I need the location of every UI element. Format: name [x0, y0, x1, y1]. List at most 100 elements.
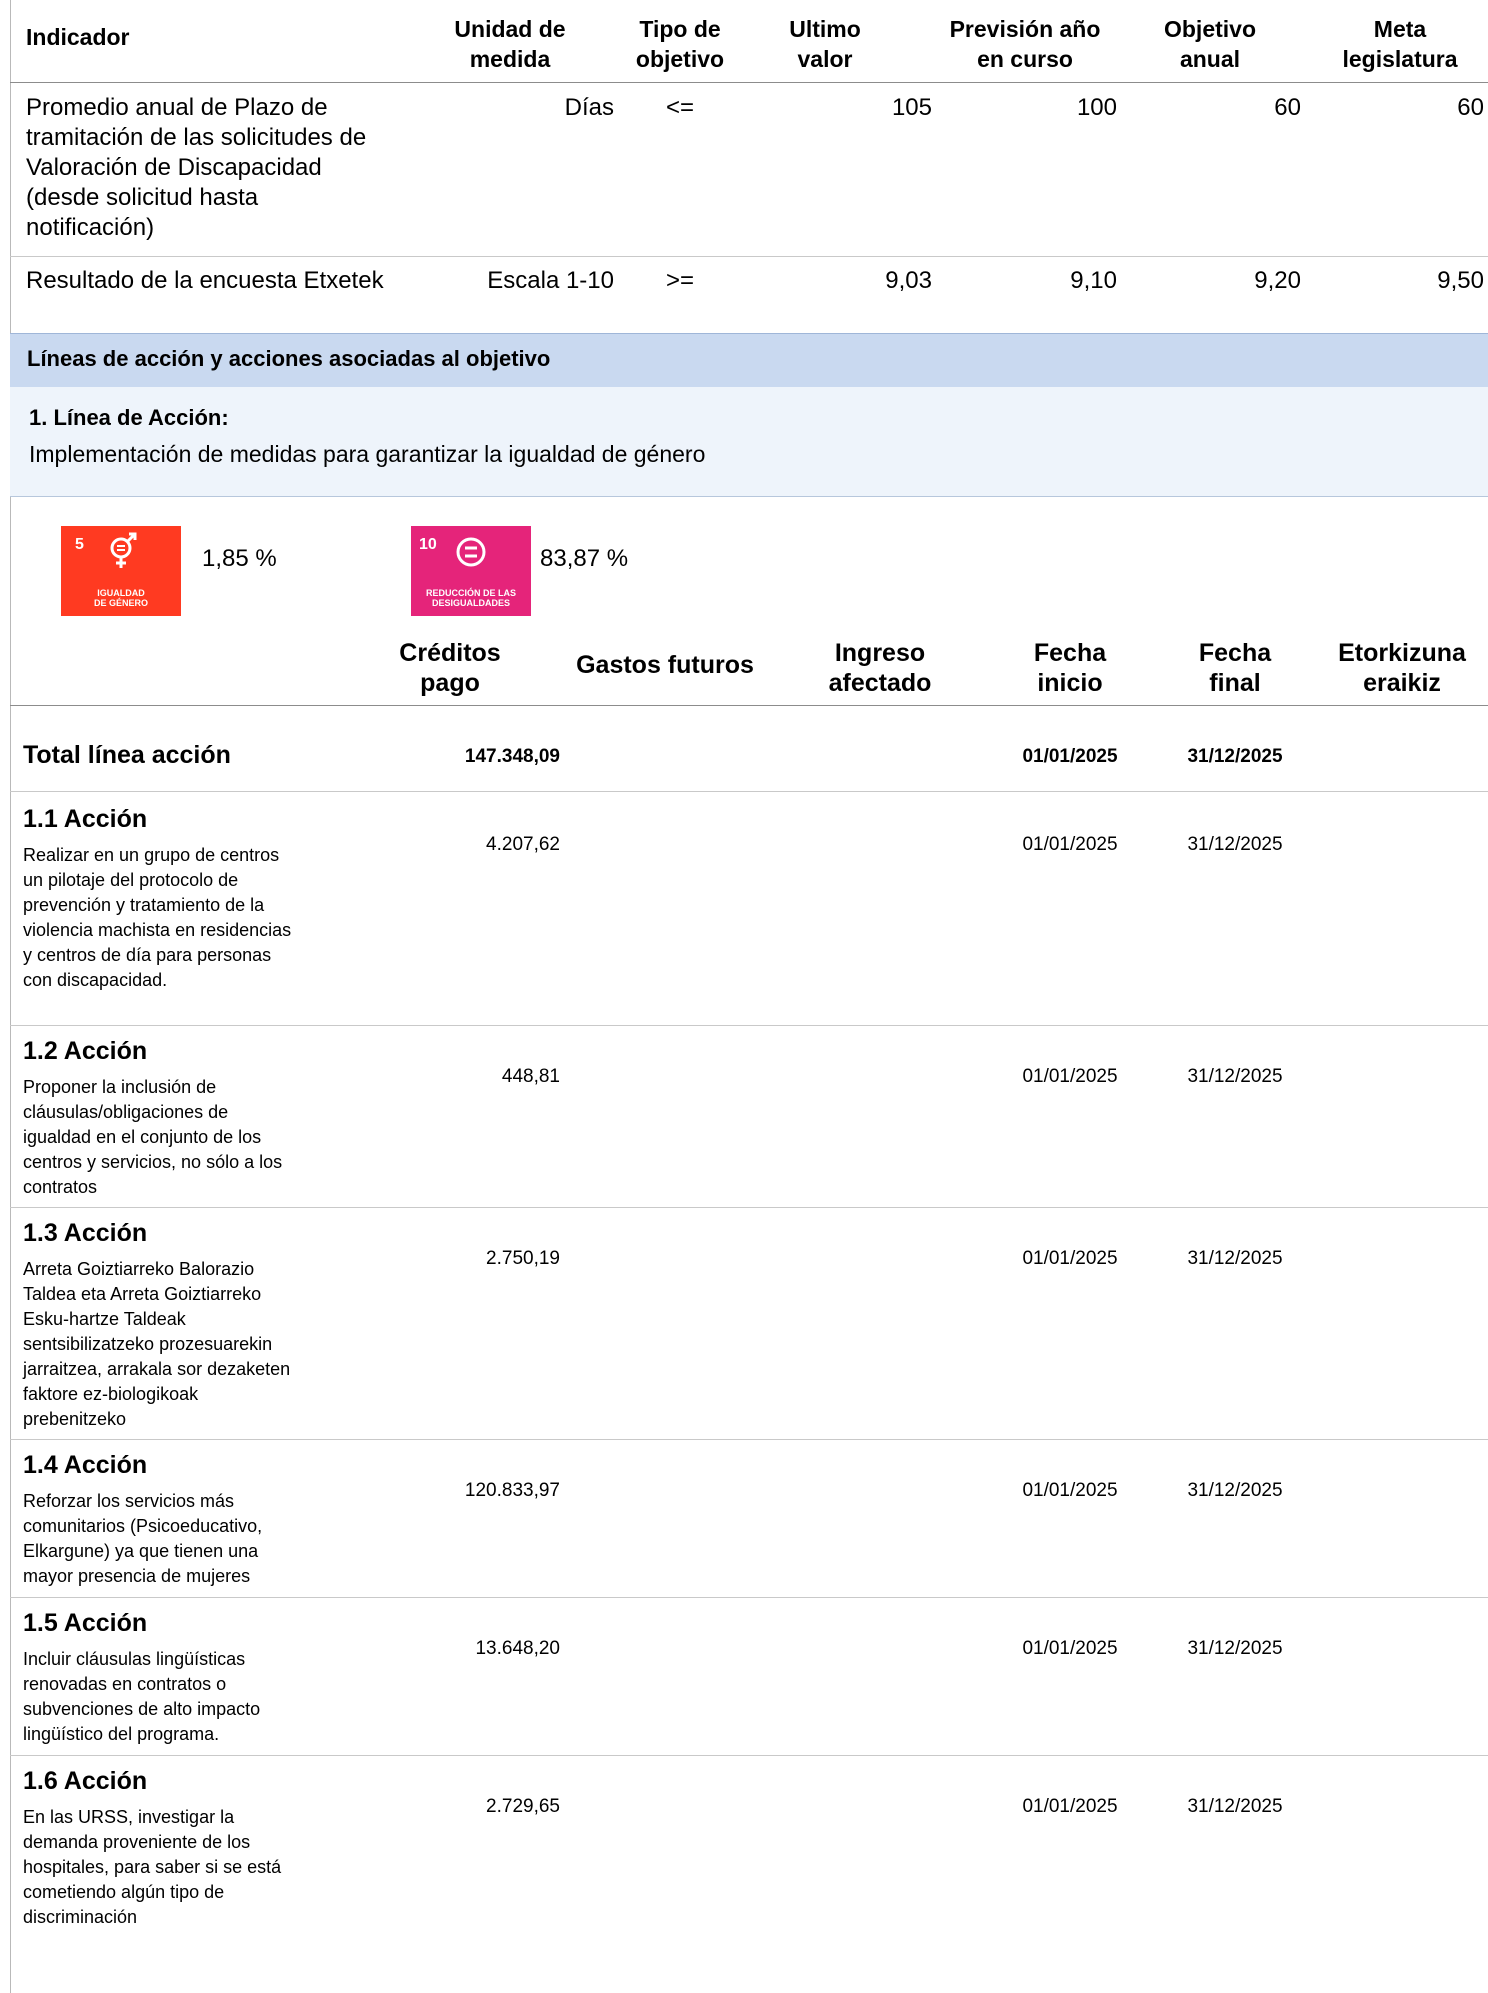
header-final: Fecha final	[1165, 638, 1305, 698]
action-1-3-final: 31/12/2025	[1187, 1248, 1283, 1269]
header-unidad-line2: medida	[469, 46, 551, 72]
description-line: violencia machista en residencias	[23, 920, 292, 940]
action-line-label: 1. Línea de Acción:	[29, 405, 229, 430]
action-1-2-creditos: 448,81	[501, 1066, 560, 1087]
description-line: lingüístico del programa.	[23, 1724, 220, 1744]
action-1-5-title: 1.5 Acción	[23, 1609, 148, 1637]
header-indicador: Indicador	[26, 24, 130, 50]
header-tipo-line1: Tipo de	[639, 16, 721, 42]
document-page: Indicador Unidad de medida Tipo de objet…	[0, 0, 1488, 1993]
description-line: subvenciones de alto impacto	[23, 1699, 261, 1719]
description-line: Taldea eta Arreta Goiztiarreko	[23, 1284, 262, 1304]
action-1-2-title: 1.2 Acción	[23, 1037, 148, 1065]
section-title: Líneas de acción y acciones asociadas al…	[27, 346, 551, 371]
description-line: hospitales, para saber si se está	[23, 1857, 282, 1877]
sdg-5-caption: IGUALDAD DE GÉNERO	[61, 588, 181, 608]
header-creditos-line1: Créditos	[399, 639, 501, 667]
sdg-10-caption: REDUCCIÓN DE LAS DESIGUALDADES	[411, 588, 531, 608]
indicator-row-1-unidad: Días	[564, 94, 614, 121]
header-inicio-line1: Fecha	[1033, 639, 1107, 667]
sdg-5-badge: 5 IGUALDAD DE GÉNERO	[61, 526, 181, 616]
action-1-1-creditos: 4.207,62	[486, 834, 560, 855]
gender-equality-icon	[110, 532, 137, 568]
description-line: con discapacidad.	[23, 970, 168, 990]
description-line: Realizar en un grupo de centros	[23, 845, 280, 865]
header-prevision-line2: en curso	[977, 46, 1073, 72]
total-creditos: 147.348,09	[464, 746, 560, 767]
header-meta-line2: legislatura	[1342, 46, 1458, 72]
header-divider	[10, 82, 1488, 83]
header-prevision: Previsión año en curso	[920, 14, 1130, 74]
indicator-row-1-tipo: <=	[666, 94, 695, 121]
indicator-row-2-tipo: >=	[666, 267, 695, 294]
header-prevision-line1: Previsión año	[949, 16, 1101, 42]
indicator-row-2-prevision: 9,10	[1070, 267, 1117, 294]
description-line: Arreta Goiztiarreko Balorazio	[23, 1259, 255, 1279]
header-unidad: Unidad de medida	[430, 14, 590, 74]
indicator-row-1-objetivo: 60	[1274, 94, 1301, 121]
description-line: igualdad en el conjunto de los	[23, 1127, 262, 1147]
header-ingreso-line1: Ingreso	[834, 639, 926, 667]
header-etorkizuna-line2: eraikiz	[1363, 669, 1441, 697]
description-line: En las URSS, investigar la	[23, 1807, 235, 1827]
sdg-10-number: 10	[419, 536, 437, 553]
indicator-row-2-ultimo: 9,03	[885, 267, 932, 294]
sdg-5-caption-line: IGUALDAD	[97, 588, 145, 598]
description-line: demanda proveniente de los	[23, 1832, 251, 1852]
header-meta-line1: Meta	[1373, 16, 1427, 42]
action-1-4-description: Reforzar los servicios más comunitarios …	[23, 1489, 353, 1589]
indicator-row-1-line: notificación)	[26, 214, 155, 241]
description-line: centros y servicios, no sólo a los	[23, 1152, 283, 1172]
action-1-4-inicio: 01/01/2025	[1022, 1480, 1118, 1501]
action-1-5-final: 31/12/2025	[1187, 1638, 1283, 1659]
description-line: cláusulas/obligaciones de	[23, 1102, 229, 1122]
sdg-10-badge: 10 REDUCCIÓN DE LAS DESIGUALDADES	[411, 526, 531, 616]
action-line-text: Implementación de medidas para garantiza…	[29, 441, 706, 467]
reduced-inequalities-icon	[456, 537, 486, 567]
action-1-1-final: 31/12/2025	[1187, 834, 1283, 855]
action-1-4-creditos: 120.833,97	[464, 1480, 560, 1501]
actions-header-divider	[10, 705, 1488, 706]
header-objetivo-line2: anual	[1179, 46, 1241, 72]
action-1-6-inicio: 01/01/2025	[1022, 1796, 1118, 1817]
description-line: Elkargune) ya que tienen una	[23, 1541, 259, 1561]
header-objetivo: Objetivo anual	[1140, 14, 1280, 74]
header-ingreso: Ingreso afectado	[790, 638, 970, 698]
indicator-row-1-meta: 60	[1457, 94, 1484, 121]
row-divider	[10, 1207, 1488, 1208]
header-tipo-line2: objetivo	[635, 46, 725, 72]
action-1-5-creditos: 13.648,20	[475, 1638, 560, 1659]
header-etorkizuna: Etorkizuna eraikiz	[1322, 638, 1482, 698]
action-line-box: 1. Línea de Acción: Implementación de me…	[10, 387, 1488, 497]
row-divider	[10, 1439, 1488, 1440]
header-gastos: Gastos futuros	[576, 651, 754, 679]
description-line: mayor presencia de mujeres	[23, 1566, 251, 1586]
action-1-2-final: 31/12/2025	[1187, 1066, 1283, 1087]
action-1-5-description: Incluir cláusulas lingüísticas renovadas…	[23, 1647, 353, 1747]
description-line: Reforzar los servicios más	[23, 1491, 235, 1511]
action-1-6-final: 31/12/2025	[1187, 1796, 1283, 1817]
description-line: jarraitzea, arrakala sor dezaketen	[23, 1359, 291, 1379]
sdg-5-caption-line: DE GÉNERO	[93, 598, 148, 608]
header-unidad-line1: Unidad de	[454, 16, 566, 42]
action-1-2-inicio: 01/01/2025	[1022, 1066, 1118, 1087]
action-1-6-title: 1.6 Acción	[23, 1767, 148, 1795]
header-etorkizuna-line1: Etorkizuna	[1338, 639, 1466, 667]
description-line: renovadas en contratos o	[23, 1674, 227, 1694]
description-line: cometiendo algún tipo de	[23, 1882, 225, 1902]
description-line: faktore ez-biologikoak	[23, 1384, 199, 1404]
header-creditos: Créditos pago	[370, 638, 530, 698]
header-ultimo-line2: valor	[797, 46, 853, 72]
row-divider	[10, 1755, 1488, 1756]
indicator-row-2-name: Resultado de la encuesta Etxetek	[26, 267, 384, 294]
header-final-line2: final	[1209, 669, 1261, 697]
indicator-row-1-line: (desde solicitud hasta	[26, 184, 259, 211]
indicator-row-2-objetivo: 9,20	[1254, 267, 1301, 294]
section-header: Líneas de acción y acciones asociadas al…	[10, 333, 1488, 388]
header-ultimo-line1: Ultimo	[789, 16, 861, 42]
indicator-row-1-line: tramitación de las solicitudes de	[26, 124, 367, 151]
header-inicio-line2: inicio	[1037, 669, 1103, 697]
sdg-10-caption-line: REDUCCIÓN DE LAS	[425, 588, 516, 598]
row-divider	[10, 791, 1488, 792]
total-inicio: 01/01/2025	[1022, 746, 1118, 767]
